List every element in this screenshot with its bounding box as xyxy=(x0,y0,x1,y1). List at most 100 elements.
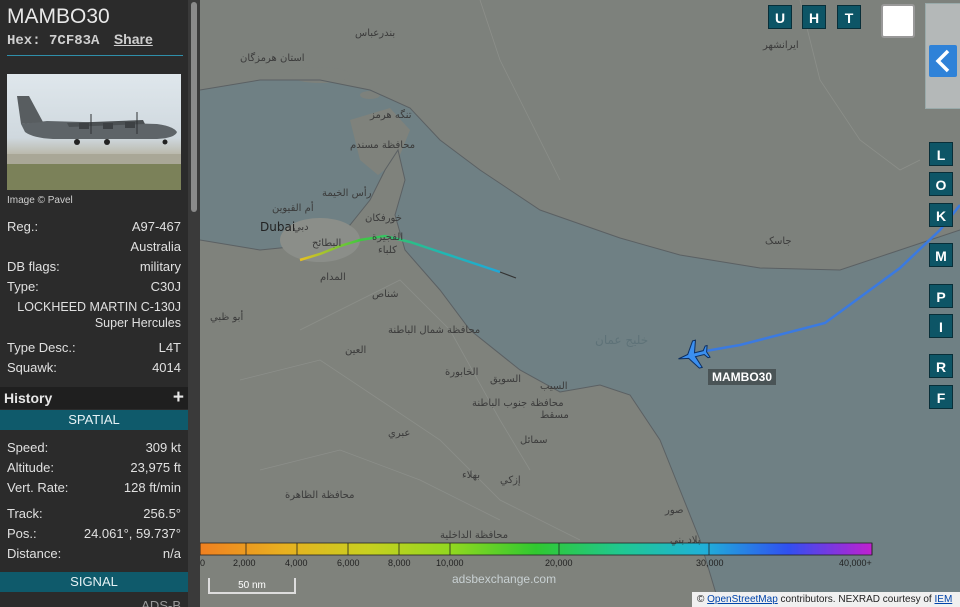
map-label: جاسک xyxy=(765,236,792,247)
source-value: ADS-B xyxy=(141,598,181,607)
map-label: سمائل xyxy=(520,435,548,446)
track-label: Track: xyxy=(7,506,43,521)
legend-tick: 30,000 xyxy=(696,558,724,568)
vrate-label: Vert. Rate: xyxy=(7,480,69,495)
legend-tick: 6,000 xyxy=(337,558,360,568)
button-p[interactable]: P xyxy=(929,284,953,308)
button-k[interactable]: K xyxy=(929,203,953,227)
map-label: مسقط xyxy=(540,410,569,421)
hex-line: Hex: 7CF83A Share xyxy=(7,31,153,49)
reg-value: A97-467 xyxy=(131,219,181,234)
attribution-prefix: © xyxy=(697,594,705,605)
legend-tick: 10,000 xyxy=(436,558,464,568)
map-label: استان هرمزگان xyxy=(240,53,305,64)
pos-label: Pos.: xyxy=(7,526,37,541)
type-full-1: LOCKHEED MARTIN C-130J xyxy=(17,300,181,314)
map-label: المدام xyxy=(320,272,346,283)
map-label: رأس الخيمة xyxy=(322,188,372,199)
map-view[interactable]: بندرعباس استان هرمزگان ایرانشهر تنگه هرم… xyxy=(200,0,960,607)
button-l[interactable]: L xyxy=(929,142,953,166)
button-m[interactable]: M xyxy=(929,243,953,267)
type-label: Type: xyxy=(7,279,39,294)
scale-bar: 50 nm xyxy=(208,578,296,594)
info-sidebar: MAMBO30 Hex: 7CF83A Share Image © Pavel … xyxy=(0,0,200,607)
button-i[interactable]: I xyxy=(929,314,953,338)
hex-label: Hex: xyxy=(7,33,41,49)
button-t[interactable]: T xyxy=(837,5,861,29)
legend-tick: 4,000 xyxy=(285,558,308,568)
map-label: السويق xyxy=(490,374,522,385)
chevron-left-icon[interactable] xyxy=(929,45,957,77)
hex-value: 7CF83A xyxy=(49,33,100,49)
dbflags-value: military xyxy=(139,259,181,274)
legend-tick: 20,000 xyxy=(545,558,573,568)
map-label: كلباء xyxy=(378,245,397,256)
map-label: بهلاء xyxy=(462,470,481,481)
altitude-legend xyxy=(200,542,873,556)
type-value: C30J xyxy=(150,279,181,294)
dbflags-label: DB flags: xyxy=(7,259,60,274)
altitude-label: Altitude: xyxy=(7,460,54,475)
map-label: محافظة مسندم xyxy=(350,140,416,151)
signal-header: SIGNAL xyxy=(0,572,188,592)
legend-tick: 8,000 xyxy=(388,558,411,568)
attribution-text: contributors. NEXRAD courtesy of xyxy=(780,594,932,605)
distance-label: Distance: xyxy=(7,546,62,561)
map-attribution: © OpenStreetMap contributors. NEXRAD cou… xyxy=(692,592,960,607)
pos-value: 24.061°, 59.737° xyxy=(83,526,181,541)
map-label: العين xyxy=(345,345,367,356)
iem-link[interactable]: IEM xyxy=(935,594,953,605)
map-label: بندرعباس xyxy=(355,28,396,39)
sidebar-collapse-tab[interactable] xyxy=(925,3,960,109)
legend-tick: 2,000 xyxy=(233,558,256,568)
vrate-value: 128 ft/min xyxy=(123,480,181,495)
reg-label: Reg.: xyxy=(7,219,39,234)
aircraft-map-label[interactable]: MAMBO30 xyxy=(708,369,777,385)
map-label: Dubai xyxy=(260,220,296,234)
sidebar-scrollbar[interactable] xyxy=(188,0,200,607)
map-label: أبو ظبي xyxy=(210,312,244,323)
map-canvas[interactable] xyxy=(200,0,960,607)
expand-plus-icon[interactable]: + xyxy=(173,387,184,409)
aircraft-callsign: MAMBO30 xyxy=(7,5,110,28)
map-label: تنگه هرمز xyxy=(370,110,412,121)
squawk-value: 4014 xyxy=(152,360,181,375)
map-label: صور xyxy=(665,505,684,516)
country-value: Australia xyxy=(130,239,181,254)
legend-tick: 0 xyxy=(200,558,206,568)
button-u[interactable]: U xyxy=(768,5,792,29)
button-r[interactable]: R xyxy=(929,354,953,378)
aircraft-photo[interactable] xyxy=(7,74,181,190)
map-label: محافظة الظاهرة xyxy=(285,490,355,501)
map-label: عبري xyxy=(388,428,411,439)
divider xyxy=(7,55,183,56)
squawk-label: Squawk: xyxy=(7,360,57,375)
map-label: البطائح xyxy=(312,238,342,249)
button-h[interactable]: H xyxy=(802,5,826,29)
altitude-legend-bar xyxy=(200,542,873,556)
type-desc-value: L4T xyxy=(158,340,181,355)
map-label: محافظة شمال الباطنة xyxy=(388,325,481,336)
map-label: محافظة جنوب الباطنة xyxy=(472,398,564,409)
map-label: دبي xyxy=(293,222,309,233)
share-link[interactable]: Share xyxy=(114,31,153,47)
map-label: ایرانشهر xyxy=(763,40,799,51)
button-o[interactable]: O xyxy=(929,172,953,196)
layer-toggle-button[interactable] xyxy=(881,4,915,38)
map-label: شناص xyxy=(372,289,399,300)
osm-link[interactable]: OpenStreetMap xyxy=(707,594,778,605)
type-full-2: Super Hercules xyxy=(94,316,181,330)
scale-label: 50 nm xyxy=(238,580,266,591)
map-label: خورفكان xyxy=(365,213,402,224)
button-f[interactable]: F xyxy=(929,385,953,409)
legend-tick: 40,000+ xyxy=(839,558,872,568)
aircraft-photo-image xyxy=(7,96,181,190)
spatial-header: SPATIAL xyxy=(0,410,188,430)
scrollbar-thumb[interactable] xyxy=(191,2,197,212)
track-value: 256.5° xyxy=(143,506,181,521)
image-credit: Image © Pavel xyxy=(7,195,73,206)
history-header[interactable]: History + xyxy=(0,387,188,409)
map-label: إزكي xyxy=(500,475,521,486)
map-label: السيب xyxy=(540,381,568,392)
history-label: History xyxy=(4,390,53,406)
